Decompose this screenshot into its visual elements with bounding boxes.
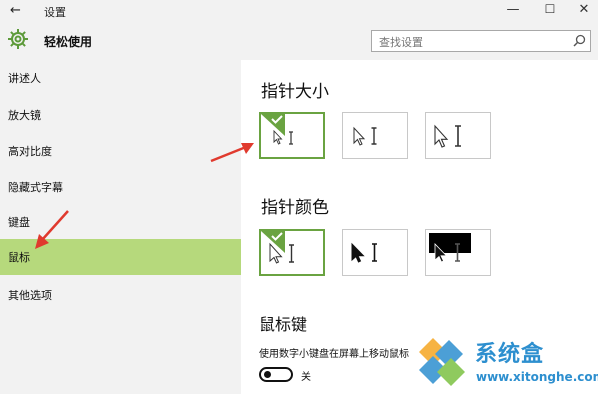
close-button[interactable]: ✕ (575, 2, 593, 17)
sidebar-item-other-options[interactable]: 其他选项 (0, 277, 241, 313)
search-icon[interactable] (573, 34, 586, 47)
sidebar-item-label: 高对比度 (8, 145, 52, 158)
sidebar-item-high-contrast[interactable]: 高对比度 (0, 133, 241, 169)
watermark-url: www.xitonghe.com (476, 370, 598, 384)
pointer-preview-medium-icon (353, 126, 377, 146)
pointer-color-heading: 指针颜色 (261, 198, 329, 218)
gear-icon (8, 29, 28, 49)
pointer-size-heading: 指针大小 (261, 82, 329, 102)
mouse-keys-toggle[interactable] (259, 367, 293, 382)
sidebar-item-label: 放大镜 (8, 109, 41, 122)
pointer-color-white-option[interactable] (259, 229, 325, 276)
mouse-keys-description: 使用数字小键盘在屏幕上移动鼠标 (259, 349, 409, 360)
annotation-arrow-icon (35, 210, 69, 249)
minimize-button[interactable]: — (504, 2, 522, 17)
sidebar-item-label: 键盘 (8, 216, 30, 229)
pointer-preview-inverted-icon (429, 233, 471, 263)
annotation-arrow-icon (210, 143, 254, 163)
pointer-size-medium-option[interactable] (342, 112, 408, 159)
sidebar-item-label: 隐藏式字幕 (8, 181, 63, 194)
watermark-name: 系统盒 (475, 342, 545, 367)
pointer-size-small-option[interactable] (259, 112, 325, 159)
sidebar-item-label: 其他选项 (8, 289, 52, 302)
pointer-preview-large-icon (434, 124, 461, 148)
pointer-color-black-option[interactable] (342, 229, 408, 276)
mouse-keys-toggle-state: 关 (301, 372, 311, 383)
title-bar: ← 设置 — ☐ ✕ (0, 0, 598, 22)
search-box[interactable] (371, 30, 591, 53)
mouse-keys-heading: 鼠标键 (259, 315, 308, 334)
back-button[interactable]: ← (10, 3, 21, 18)
sidebar-item-magnifier[interactable]: 放大镜 (0, 97, 241, 133)
maximize-button[interactable]: ☐ (541, 2, 559, 16)
sidebar-item-label: 讲述人 (8, 72, 41, 85)
pointer-color-inverted-option[interactable] (425, 229, 491, 276)
selected-check-icon (261, 231, 285, 253)
search-input[interactable] (372, 32, 562, 53)
sidebar-item-narrator[interactable]: 讲述人 (0, 60, 241, 96)
toggle-knob (264, 371, 271, 378)
page-title: 轻松使用 (44, 35, 93, 49)
sidebar-item-label: 鼠标 (8, 251, 30, 264)
sidebar-item-closed-captions[interactable]: 隐藏式字幕 (0, 169, 241, 205)
selected-check-icon (261, 114, 285, 136)
page-header: 轻松使用 (0, 22, 598, 60)
pointer-preview-black-icon (351, 242, 377, 263)
window-title: 设置 (44, 6, 66, 19)
pointer-size-large-option[interactable] (425, 112, 491, 159)
